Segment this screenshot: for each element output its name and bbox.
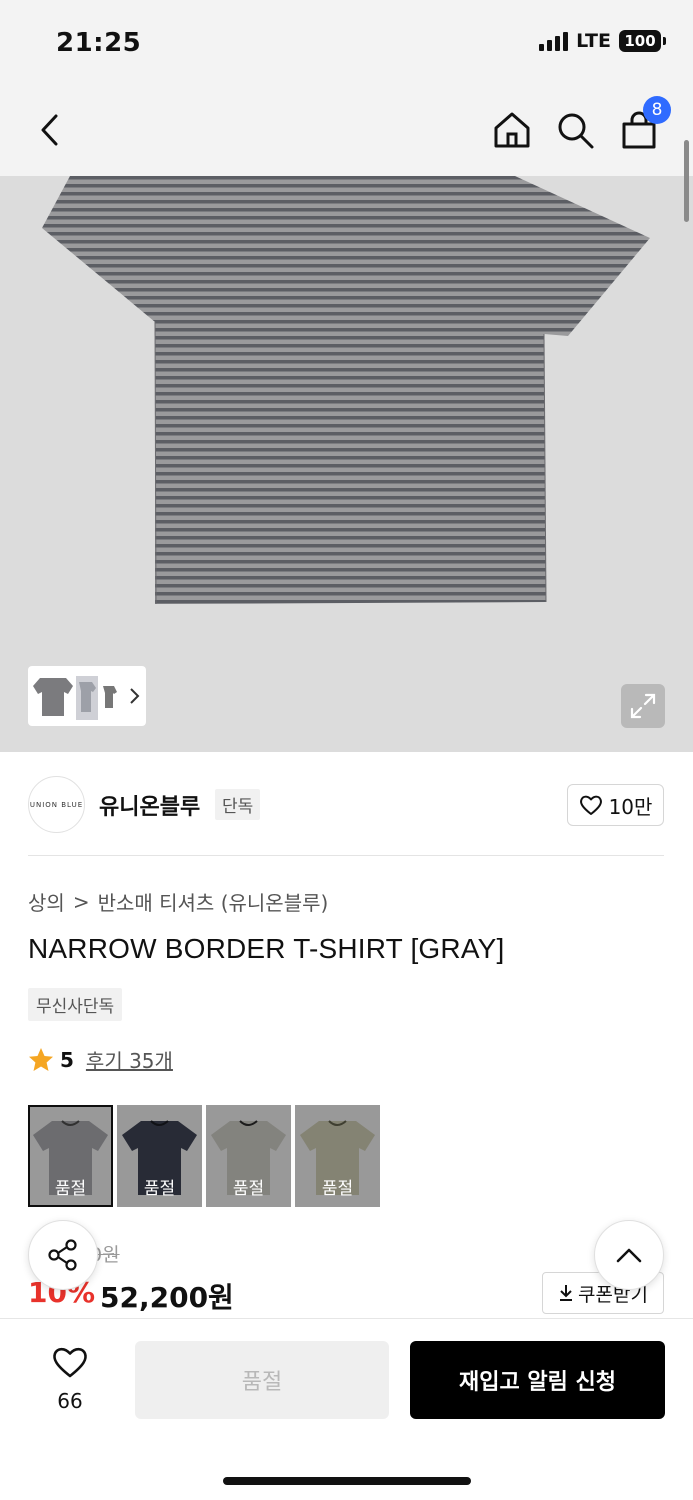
brand-name[interactable]: 유니온블루 [99,789,200,821]
product-title: NARROW BORDER T-SHIRT [GRAY] [28,933,505,964]
status-indicators: LTE 100 [539,30,666,52]
color-option[interactable]: 품절 [206,1105,291,1207]
scroll-indicator [684,140,689,222]
cart-button[interactable]: 8 [617,96,671,152]
color-option[interactable]: 품절 [117,1105,202,1207]
thumbnail-image [76,676,98,720]
thumbnail-image [103,686,117,708]
soldout-label: 품절 [54,1179,87,1199]
heart-icon [579,795,602,815]
musinsa-exclusive-badge: 무신사단독 [28,988,123,1021]
soldout-label: 품절 [232,1179,265,1199]
exclusive-tag: 단독 [215,789,261,820]
home-icon [494,112,530,148]
divider [28,855,664,856]
top-bar: 21:25 LTE 100 8 [0,0,693,176]
download-icon [560,1285,573,1301]
breadcrumb-separator: > [72,889,90,914]
star-icon [29,1047,53,1071]
network-label: LTE [576,30,611,52]
soldout-label: 품절 [143,1179,176,1199]
home-button[interactable] [490,108,534,152]
cart-count-badge: 8 [643,96,671,124]
rating-row: 5 후기 35개 [28,1045,173,1074]
brand-logo[interactable]: UNION BLUE [28,776,85,833]
heart-icon [53,1347,87,1378]
expand-icon [630,693,656,719]
breadcrumb-level2[interactable]: 반소매 티셔츠 (유니온블루) [98,887,329,916]
color-options: 품절 품절 품절 품절 [28,1105,380,1207]
home-indicator [223,1477,471,1485]
wishlist-count: 66 [57,1389,83,1413]
color-option[interactable]: 품절 [28,1105,113,1207]
share-button[interactable] [28,1220,98,1290]
scroll-top-button[interactable] [594,1220,664,1290]
bottom-action-bar: 66 품절 재입고 알림 신청 [0,1318,693,1500]
chevron-up-icon [616,1248,642,1263]
brand-like-button[interactable]: 10만 [567,784,664,826]
status-time: 21:25 [56,28,142,58]
review-count-link[interactable]: 후기 35개 [86,1045,173,1074]
brand-like-count: 10만 [608,794,653,819]
color-option[interactable]: 품절 [295,1105,380,1207]
breadcrumb: 상의 > 반소매 티셔츠 (유니온블루) [28,887,328,916]
thumbnail-image [33,678,73,716]
share-icon [48,1239,77,1271]
rating-score: 5 [60,1047,74,1072]
expand-image-button[interactable] [621,684,665,728]
soldout-button[interactable]: 품절 [135,1341,389,1419]
search-icon [558,113,594,149]
thumbnail-strip[interactable] [28,666,146,726]
soldout-label: 품절 [321,1179,354,1199]
sale-price: 52,200원 [100,1281,234,1314]
search-button[interactable] [553,108,597,152]
restock-alert-button[interactable]: 재입고 알림 신청 [410,1341,665,1419]
chevron-right-icon [130,688,140,704]
back-button[interactable] [28,108,72,152]
product-image-gallery[interactable] [0,176,693,752]
signal-icon [539,31,569,51]
breadcrumb-level1[interactable]: 상의 [28,887,65,916]
wishlist-button[interactable]: 66 [40,1345,100,1413]
brand-logo-text: UNION BLUE [29,800,84,809]
battery-icon: 100 [619,30,666,52]
chevron-left-icon [41,114,58,146]
